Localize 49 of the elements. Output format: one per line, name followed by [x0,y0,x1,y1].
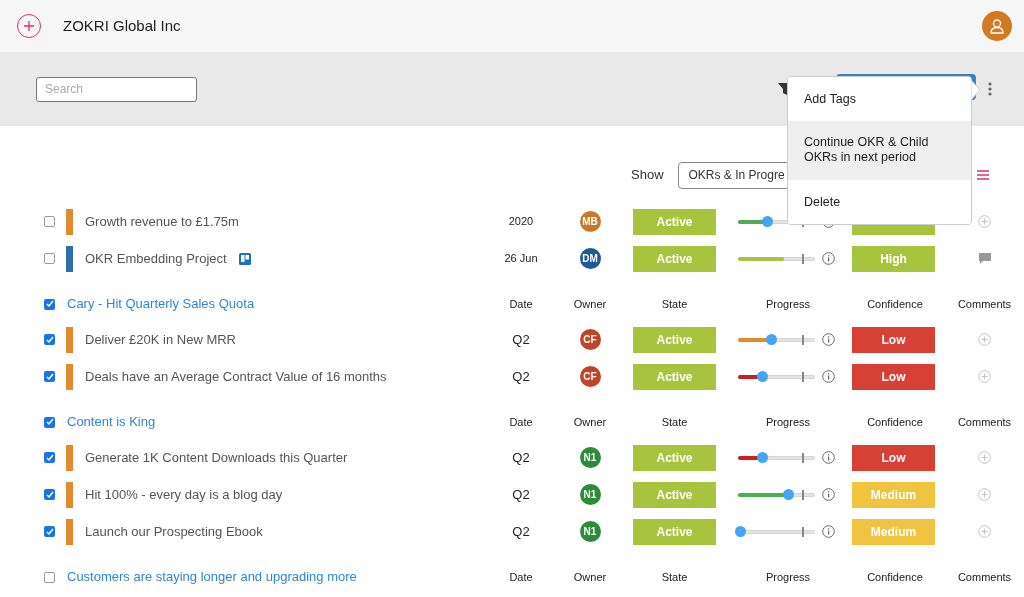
search-field[interactable]: Search [36,76,197,102]
date-text: Q2 [512,448,530,467]
date-text: Q2 [512,330,530,349]
date-text: 26 Jun [504,251,538,267]
column-header: Date [509,414,533,430]
column-header: Progress [766,414,810,430]
owner-avatar[interactable]: N1 [579,521,601,542]
owner-avatar[interactable]: CF [579,366,601,387]
confidence-badge[interactable]: Low [852,326,935,353]
date-text: Q2 [512,522,530,541]
objective-title[interactable]: Hit 100% - every day is a blog day [85,484,283,505]
confidence-badge[interactable]: Low [852,363,935,390]
objective-group-title[interactable]: Cary - Hit Quarterly Sales Quota [67,294,255,314]
owner-avatar[interactable]: DM [579,248,601,269]
column-header: Confidence [867,296,923,312]
column-header: Date [509,296,533,312]
objective-title[interactable]: Growth revenue to £1.75m [85,211,239,232]
column-header: Owner [573,569,607,585]
owner-avatar[interactable]: N1 [579,484,601,505]
column-header: State [661,569,688,585]
menu-item[interactable]: Continue OKR & Child OKRs in next period [788,121,971,180]
owner-avatar[interactable]: N1 [579,447,601,468]
column-header: Confidence [867,414,923,430]
column-header: State [661,296,688,312]
owner-avatar[interactable]: MB [579,211,601,232]
objective-group-title[interactable]: Customers are staying longer and upgrading more [67,567,357,587]
company-name: ZOKRI Global Inc [63,15,181,36]
column-header: Owner [573,296,607,312]
objective-title[interactable]: Generate 1K Content Downloads this Quarter [85,447,348,468]
show-label: Show [631,166,664,185]
objective-group-title[interactable]: Content is King [67,412,156,432]
column-header: Comments [957,414,1012,430]
objective-title[interactable]: Deals have an Average Contract Value of 16 months [85,366,387,387]
column-header: Comments [957,569,1012,585]
owner-avatar[interactable]: CF [579,329,601,350]
date-text: Q2 [512,485,530,504]
objective-title[interactable]: Deliver £20K in New MRR [85,329,236,350]
confidence-badge[interactable]: Low [852,444,935,471]
column-header: State [661,414,688,430]
column-header: Confidence [867,569,923,585]
objective-title[interactable]: Launch our Prospecting Ebook [85,521,263,542]
column-header: Date [509,569,533,585]
column-header: Owner [573,414,607,430]
date-text: Q2 [512,367,530,386]
column-header: Progress [766,296,810,312]
date-text: 2020 [508,214,534,230]
column-header: Comments [957,296,1012,312]
objective-title[interactable]: OKR Embedding Project [85,248,227,269]
column-header: Progress [766,569,810,585]
